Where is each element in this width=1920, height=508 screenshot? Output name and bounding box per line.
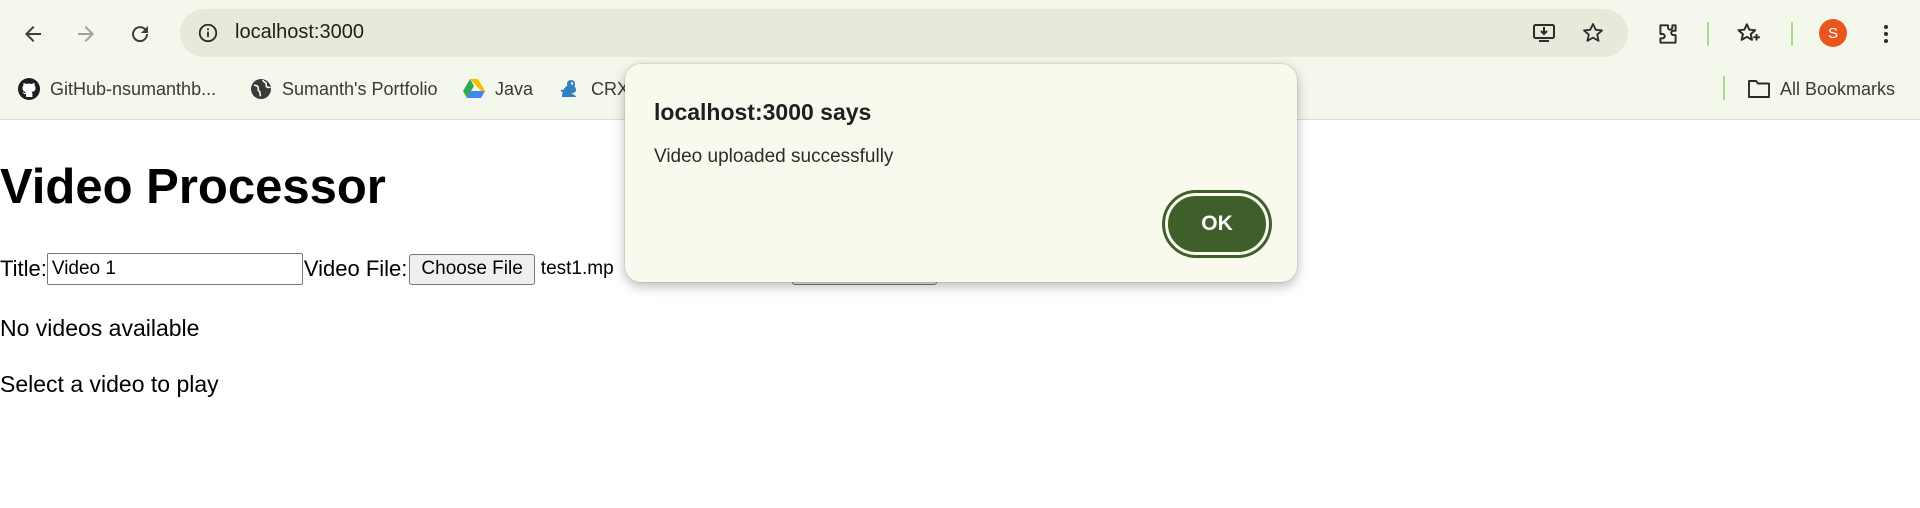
menu-kebab-icon[interactable] xyxy=(1866,14,1906,54)
bookmark-java[interactable]: Java xyxy=(462,76,533,102)
crx-icon xyxy=(558,77,582,101)
install-app-icon[interactable] xyxy=(1530,19,1558,47)
bookmark-label: Sumanth's Portfolio xyxy=(282,78,438,99)
selected-file-name: test1.mp xyxy=(540,258,614,279)
title-label: Title: xyxy=(0,256,47,281)
forward-arrow-icon xyxy=(78,26,94,42)
globe-icon xyxy=(249,77,273,101)
page-title: Video Processor xyxy=(0,160,386,214)
reading-list-star-icon[interactable] xyxy=(1729,14,1769,54)
dialog-title: localhost:3000 says xyxy=(654,99,872,125)
bookmark-portfolio[interactable]: Sumanth's Portfolio xyxy=(249,76,438,102)
bookmark-star-icon[interactable] xyxy=(1579,19,1607,47)
empty-videos-message: No videos available xyxy=(0,315,200,341)
video-file-label: Video File: xyxy=(303,256,408,281)
bookmark-github[interactable]: GitHub-nsumanthb... xyxy=(17,76,216,102)
toolbar-separator xyxy=(1791,22,1793,46)
toolbar-separator xyxy=(1707,22,1709,46)
extensions-puzzle-icon[interactable] xyxy=(1648,14,1688,54)
address-bar[interactable]: localhost:3000 xyxy=(180,9,1628,57)
folder-icon xyxy=(1747,77,1771,101)
all-bookmarks-button[interactable]: All Bookmarks xyxy=(1747,76,1895,102)
back-arrow-icon xyxy=(25,26,41,42)
profile-avatar[interactable]: S xyxy=(1819,19,1847,47)
github-icon xyxy=(17,77,41,101)
bookmark-label: CRX xyxy=(591,78,630,99)
avatar-letter: S xyxy=(1827,24,1838,42)
back-button[interactable] xyxy=(13,14,53,54)
all-bookmarks-label: All Bookmarks xyxy=(1780,78,1896,99)
google-drive-icon xyxy=(462,77,486,101)
site-info-icon[interactable] xyxy=(194,19,222,47)
title-input[interactable] xyxy=(46,253,303,285)
bookmark-label: Java xyxy=(495,78,534,99)
bookmark-separator xyxy=(1723,76,1725,100)
dialog-message: Video uploaded successfully xyxy=(654,146,894,167)
reload-icon xyxy=(132,26,149,43)
bookmark-crx[interactable]: CRX xyxy=(558,76,629,102)
upload-form: Title: Video File: Choose File test1.mp xyxy=(0,252,614,286)
select-video-message: Select a video to play xyxy=(0,371,219,397)
reload-button[interactable] xyxy=(120,14,160,54)
ok-button[interactable]: OK xyxy=(1165,193,1269,255)
forward-button[interactable] xyxy=(66,14,106,54)
url-text[interactable]: localhost:3000 xyxy=(235,21,364,44)
choose-file-button[interactable]: Choose File xyxy=(409,253,535,285)
alert-dialog: localhost:3000 says Video uploaded succe… xyxy=(625,64,1297,282)
bookmark-label: GitHub-nsumanthb... xyxy=(50,78,217,99)
